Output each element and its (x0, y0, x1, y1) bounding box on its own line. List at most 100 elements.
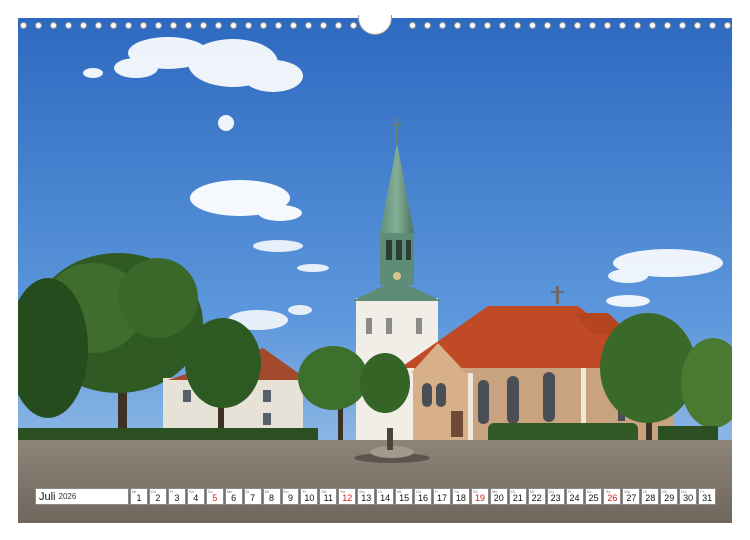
day-number: 1 (136, 493, 142, 503)
calendar-day: Mo 6 (224, 488, 243, 505)
day-number: 22 (531, 493, 542, 503)
calendar-day: Mi 8 (262, 488, 281, 505)
calendar-day: Mi 22 (527, 488, 546, 505)
day-number: 25 (588, 493, 599, 503)
day-number: 13 (361, 493, 372, 503)
binding-hole (259, 22, 267, 29)
day-number: 21 (512, 493, 523, 503)
day-number: 26 (607, 493, 618, 503)
calendar-day: Fr 24 (565, 488, 584, 505)
day-number: 7 (250, 493, 256, 503)
day-number: 27 (626, 493, 637, 503)
calendar-day: Di 28 (641, 488, 660, 505)
calendar-day: Sa 11 (319, 488, 338, 505)
day-number: 9 (287, 493, 293, 503)
calendar-day: Mo 20 (489, 488, 508, 505)
day-number: 11 (323, 493, 334, 503)
binding-hole (694, 22, 702, 29)
calendar-day: Do 23 (546, 488, 565, 505)
binding-hole (319, 22, 327, 29)
day-number: 29 (664, 493, 675, 503)
binding-hole (124, 22, 132, 29)
binding-hole (574, 22, 582, 29)
year-label: 2026 (58, 492, 77, 501)
binding-hole (679, 22, 687, 29)
calendar-day: Di 14 (376, 488, 395, 505)
binding-hole (724, 22, 731, 29)
calendar-day: Do 16 (414, 488, 432, 505)
day-number: 2 (155, 493, 161, 503)
day-number: 4 (193, 493, 199, 503)
calendar-day: So 26 (603, 488, 622, 505)
binding-hole (304, 22, 312, 29)
calendar-day: Sa 25 (584, 488, 603, 505)
binding-hole (484, 22, 492, 29)
day-number: 17 (436, 493, 447, 503)
calendar-day: Di 7 (243, 488, 262, 505)
binding-hole (514, 22, 522, 29)
calendar-day: Do 2 (148, 488, 167, 505)
day-number: 20 (493, 493, 504, 503)
calendar-day: Mi 29 (660, 488, 679, 505)
church-scene (18, 18, 732, 523)
calendar-day: So 5 (205, 488, 224, 505)
binding-hole (214, 22, 222, 29)
binding-hole (424, 22, 432, 29)
binding-hole (709, 22, 717, 29)
month-name: Juli (39, 490, 56, 503)
binding-hole (454, 22, 462, 29)
binding-hole (154, 22, 162, 29)
day-number: 18 (455, 493, 466, 503)
binding-hole (334, 22, 342, 29)
binding-hole (664, 22, 672, 29)
binding-hole (274, 22, 282, 29)
calendar-page: Juli 2026 Mi 1 Do 2 Fr 3 Sa 4 So 5 Mo 6 Di 7 Mi 8 Do 9 Fr 1… (0, 0, 750, 540)
month-label: Juli 2026 (35, 488, 129, 505)
binding-hole (79, 22, 87, 29)
calendar-strip: Juli 2026 Mi 1 Do 2 Fr 3 Sa 4 So 5 Mo 6 Di 7 Mi 8 Do 9 Fr 1… (35, 488, 717, 505)
hedge (658, 426, 718, 442)
calendar-day: Mi 15 (395, 488, 414, 505)
binding-hole (634, 22, 642, 29)
calendar-day: Mo 13 (357, 488, 376, 505)
calendar-day: Do 30 (679, 488, 698, 505)
calendar-day: Fr 3 (167, 488, 186, 505)
day-number: 31 (702, 493, 713, 503)
day-number: 16 (418, 493, 429, 503)
binding-hole (409, 22, 417, 29)
day-number: 10 (304, 493, 315, 503)
binding-hole (244, 22, 252, 29)
binding-hole (139, 22, 147, 29)
calendar-day: So 12 (338, 488, 357, 505)
day-number: 28 (645, 493, 656, 503)
day-number: 15 (399, 493, 410, 503)
calendar-day: Do 9 (281, 488, 300, 505)
calendar-day: Fr 17 (433, 488, 451, 505)
calendar-day: Sa 18 (451, 488, 470, 505)
day-number: 8 (269, 493, 275, 503)
binding-hole (439, 22, 447, 29)
day-number: 6 (231, 493, 237, 503)
binding-hole (499, 22, 507, 29)
calendar-photo (18, 18, 732, 523)
calendar-day: Di 21 (508, 488, 527, 505)
binding-hole (544, 22, 552, 29)
day-number: 23 (550, 493, 561, 503)
binding-hole (604, 22, 612, 29)
binding-hole (34, 22, 42, 29)
day-number: 19 (474, 493, 485, 503)
binding-hole (20, 22, 27, 29)
binding-hole (529, 22, 537, 29)
binding-hole (559, 22, 567, 29)
day-number: 14 (380, 493, 391, 503)
binding-hole (109, 22, 117, 29)
day-number: 5 (212, 493, 218, 503)
binding-hole (184, 22, 192, 29)
calendar-day: So 19 (470, 488, 489, 505)
calendar-day: Mo 27 (622, 488, 641, 505)
calendar-day: Fr 10 (300, 488, 319, 505)
binding-hole (469, 22, 477, 29)
day-number: 3 (174, 493, 180, 503)
binding-hole (64, 22, 72, 29)
binding-hole (649, 22, 657, 29)
